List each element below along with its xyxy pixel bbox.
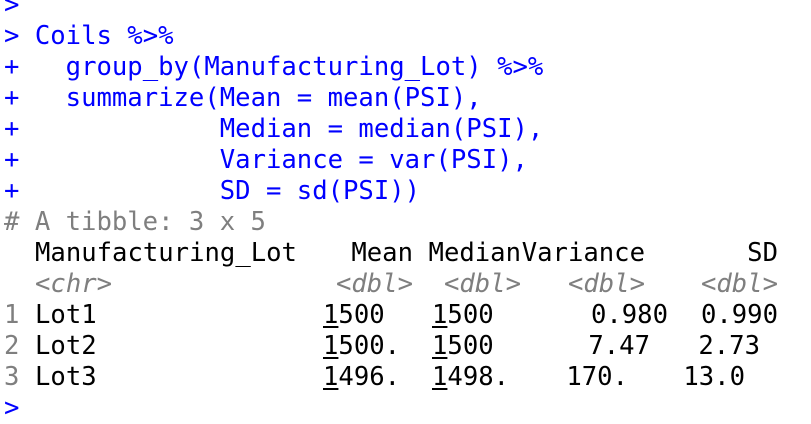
cell-median: 1498. <box>432 362 542 393</box>
code-text: Coils %>% <box>34 21 174 51</box>
pillar-rest: 500 <box>338 300 385 330</box>
pillar-digit: 1 <box>432 331 448 361</box>
table-row: 3 Lot3 1496. 1498. 170. 13.0 <box>4 362 811 393</box>
cell-variance: 7.47 <box>588 331 650 361</box>
tibble-column-types: <chr> <dbl> <dbl> <dbl> <dbl> <box>4 269 811 300</box>
cell-mean: 1500 <box>323 300 432 331</box>
cell-mean: 1500. <box>323 331 432 362</box>
prompt-symbol: > <box>4 393 20 423</box>
pillar-rest: 498. <box>447 362 510 392</box>
pillar-rest: 496. <box>338 362 401 392</box>
cell-lot: Lot1 <box>35 300 97 330</box>
pillar-rest: 500 <box>447 331 494 361</box>
console-line: + Variance = var(PSI), <box>4 145 811 176</box>
prompt-symbol: > <box>4 21 20 51</box>
console-line: + summarize(Mean = mean(PSI), <box>4 83 811 114</box>
cell-sd: 13.0 <box>683 362 745 392</box>
cell-variance: 170. <box>566 362 628 392</box>
column-name: Median <box>428 238 521 268</box>
cell-lot: Lot3 <box>35 362 97 392</box>
prompt-symbol: > <box>4 0 20 20</box>
continuation-symbol: + <box>4 145 20 175</box>
tibble-header-comment: # A tibble: 3 x 5 <box>4 207 811 238</box>
pillar-rest: 500 <box>447 300 494 330</box>
console-line: + group_by(Manufacturing_Lot) %>% <box>4 52 811 83</box>
row-index: 3 <box>4 362 20 392</box>
console-line: > <box>4 0 811 21</box>
cell-sd: 2.73 <box>698 331 760 361</box>
code-text: summarize(Mean = mean(PSI), <box>34 83 482 113</box>
row-index: 1 <box>4 300 20 330</box>
column-type: <dbl> <box>700 269 778 299</box>
column-name: Manufacturing_Lot <box>35 238 297 268</box>
console-input-line[interactable]: > <box>4 393 811 424</box>
continuation-symbol: + <box>4 176 20 206</box>
continuation-symbol: + <box>4 52 20 82</box>
tibble-column-header: Manufacturing_Lot Mean MedianVariance SD <box>4 238 811 269</box>
code-text: Variance = var(PSI), <box>34 145 528 175</box>
console-line: + SD = sd(PSI)) <box>4 176 811 207</box>
table-row: 1 Lot1 1500 1500 0.980 0.990 <box>4 300 811 331</box>
column-name: Variance <box>521 238 645 268</box>
pillar-digit: 1 <box>432 362 448 392</box>
cell-variance: 0.980 <box>590 300 668 330</box>
pillar-digit: 1 <box>323 331 339 361</box>
pillar-digit: 1 <box>323 300 339 330</box>
row-index: 2 <box>4 331 20 361</box>
code-text: Median = median(PSI), <box>34 114 544 144</box>
column-name: SD <box>747 238 778 268</box>
table-row: 2 Lot2 1500. 1500 7.47 2.73 <box>4 331 811 362</box>
continuation-symbol: + <box>4 114 20 144</box>
cell-lot: Lot2 <box>35 331 97 361</box>
column-type: <dbl> <box>335 269 413 299</box>
cell-mean: 1496. <box>323 362 432 393</box>
pillar-digit: 1 <box>432 300 448 330</box>
cell-median: 1500 <box>432 331 542 362</box>
r-console[interactable]: > > Coils %>% + group_by(Manufacturing_L… <box>4 0 811 424</box>
code-text: group_by(Manufacturing_Lot) %>% <box>34 52 544 82</box>
console-line: > Coils %>% <box>4 21 811 52</box>
pillar-rest: 500. <box>338 331 401 361</box>
column-type: <dbl> <box>567 269 645 299</box>
column-type: <dbl> <box>443 269 521 299</box>
tibble-dimensions: # A tibble: 3 x 5 <box>4 207 266 237</box>
column-type: <chr> <box>35 269 113 299</box>
cell-median: 1500 <box>432 300 542 331</box>
code-text: SD = sd(PSI)) <box>34 176 421 206</box>
pillar-digit: 1 <box>323 362 339 392</box>
continuation-symbol: + <box>4 83 20 113</box>
cell-sd: 0.990 <box>700 300 778 330</box>
console-line: + Median = median(PSI), <box>4 114 811 145</box>
column-name: Mean <box>351 238 413 268</box>
